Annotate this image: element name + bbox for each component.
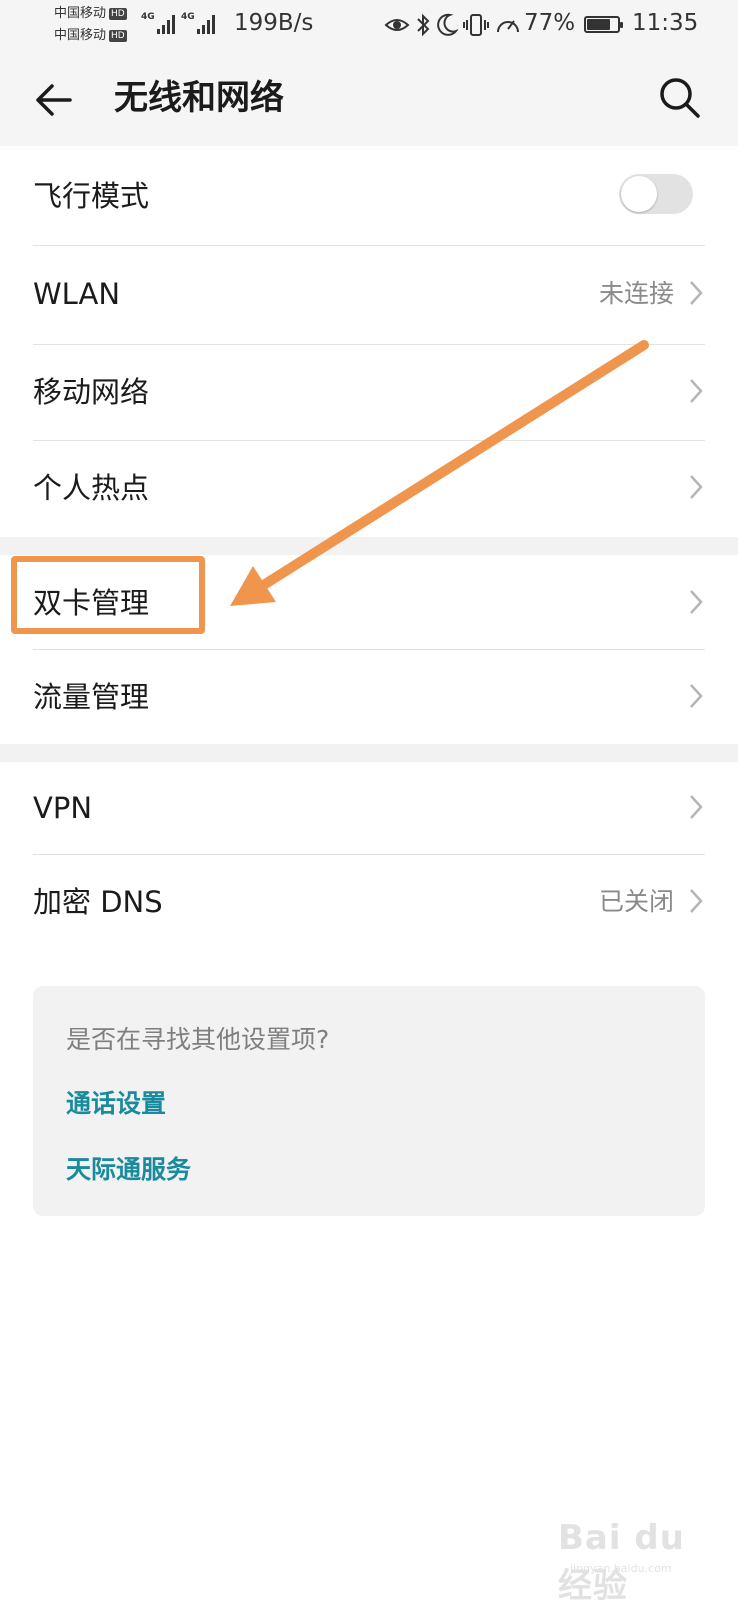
wlan-label: WLAN	[33, 277, 121, 311]
battery-level	[587, 19, 610, 30]
battery-percent: 77%	[524, 10, 576, 36]
encrypted-dns-row[interactable]: 加密 DNS 已关闭	[0, 855, 738, 951]
back-button[interactable]	[30, 76, 78, 124]
carrier-1: 中国移动 HD	[54, 6, 127, 21]
chevron-right-icon	[690, 475, 703, 499]
status-bar: 中国移动 HD 中国移动 HD 4G 4G 199B/s 77% 11:35	[0, 0, 738, 50]
clock: 11:35	[632, 10, 699, 36]
suggestion-question: 是否在寻找其他设置项?	[66, 1025, 330, 1054]
carrier-2-name: 中国移动	[54, 28, 107, 43]
mobile-network-row[interactable]: 移动网络	[0, 345, 738, 439]
data-usage-label: 流量管理	[33, 680, 150, 714]
network-type-label: 4G	[181, 12, 195, 22]
watermark-sub: jingyan.baidu.com	[570, 1562, 672, 1575]
section-gap	[0, 744, 738, 762]
wlan-status: 未连接	[598, 279, 674, 308]
skytone-service-link[interactable]: 天际通服务	[66, 1150, 191, 1186]
vibrate-icon	[463, 14, 489, 36]
search-button[interactable]	[656, 74, 704, 122]
section-gap	[0, 537, 738, 555]
carrier-2: 中国移动 HD	[54, 28, 127, 43]
net-speed: 199B/s	[234, 10, 314, 36]
chevron-right-icon	[690, 795, 703, 819]
chevron-right-icon	[690, 684, 703, 708]
hotspot-row[interactable]: 个人热点	[0, 441, 738, 537]
app-bar: 无线和网络	[0, 50, 738, 146]
call-settings-link[interactable]: 通话设置	[66, 1084, 166, 1120]
bluetooth-icon	[417, 13, 430, 37]
chevron-right-icon	[690, 379, 703, 403]
speed-gauge-icon	[497, 20, 519, 33]
do-not-disturb-moon-icon	[437, 13, 458, 36]
data-usage-row[interactable]: 流量管理	[0, 650, 738, 744]
vpn-label: VPN	[33, 791, 93, 825]
airplane-mode-toggle[interactable]	[619, 174, 693, 214]
annotation-highlight-box	[11, 556, 205, 634]
encrypted-dns-status: 已关闭	[598, 887, 674, 916]
baidu-watermark: Bai du 经验 jingyan.baidu.com	[540, 1510, 730, 1606]
suggestion-card: 是否在寻找其他设置项? 通话设置 天际通服务	[33, 986, 705, 1216]
hd-badge: HD	[109, 29, 127, 42]
carrier-1-name: 中国移动	[54, 6, 107, 21]
chevron-right-icon	[690, 281, 703, 305]
airplane-mode-label: 飞行模式	[33, 179, 150, 213]
hotspot-label: 个人热点	[33, 471, 150, 505]
mobile-network-label: 移动网络	[33, 375, 150, 409]
search-icon	[660, 78, 700, 118]
toggle-knob	[621, 176, 657, 212]
encrypted-dns-label: 加密 DNS	[33, 885, 163, 919]
page-title: 无线和网络	[114, 78, 284, 118]
network-type-label: 4G	[141, 12, 155, 22]
vpn-row[interactable]: VPN	[0, 762, 738, 854]
eye-comfort-icon	[384, 19, 410, 31]
wlan-row[interactable]: WLAN 未连接	[0, 246, 738, 343]
chevron-right-icon	[690, 590, 703, 614]
chevron-right-icon	[690, 889, 703, 913]
battery-charging-icon	[584, 16, 623, 33]
arrow-left-icon	[36, 84, 72, 116]
hd-badge: HD	[109, 7, 127, 20]
